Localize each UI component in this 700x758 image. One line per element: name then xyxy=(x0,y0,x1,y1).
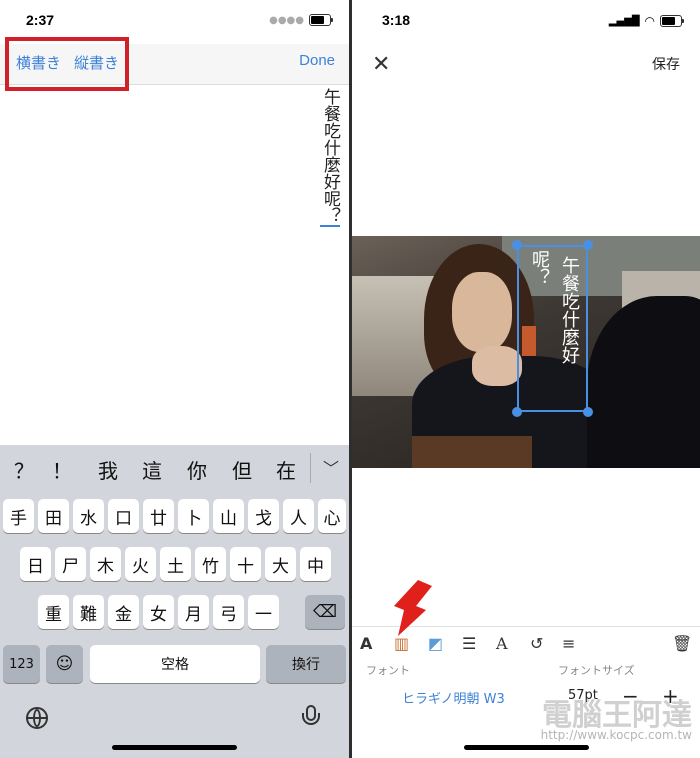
text-outline-icon[interactable]: A xyxy=(496,634,508,653)
overlay-text: 呢？ xyxy=(529,250,550,286)
font-size-label: フォントサイズ xyxy=(558,664,635,677)
red-arrow xyxy=(394,580,432,636)
key[interactable]: 大 xyxy=(265,547,296,581)
return-key[interactable]: 換行 xyxy=(266,645,346,683)
key[interactable]: 山 xyxy=(213,499,244,533)
divider xyxy=(310,453,311,483)
candidate[interactable]: ？ xyxy=(14,455,34,484)
font-name-button[interactable]: ヒラギノ明朝 W3 xyxy=(402,688,505,707)
key[interactable]: 女 xyxy=(143,595,174,629)
key[interactable]: 戈 xyxy=(248,499,279,533)
globe-icon[interactable] xyxy=(26,707,48,729)
keyboard: ？ ！ 我 這 你 但 在 ﹀ 手 田 水 口 廿 卜 山 戈 人 心 日 尸 … xyxy=(0,445,349,758)
backspace-key[interactable]: ⌫ xyxy=(305,595,345,629)
status-time: 3:18 xyxy=(382,12,411,28)
key[interactable]: 土 xyxy=(160,547,191,581)
chevron-down-icon[interactable]: ﹀ xyxy=(323,455,339,479)
highlight-box xyxy=(5,37,129,91)
line-spacing-icon[interactable]: ☰ xyxy=(462,634,476,653)
trash-icon[interactable]: 🗑 xyxy=(672,634,692,653)
key[interactable]: 一 xyxy=(248,595,279,629)
save-button[interactable]: 保存 xyxy=(652,54,680,74)
home-indicator xyxy=(464,745,589,750)
key[interactable]: 口 xyxy=(108,499,139,533)
battery-icon xyxy=(309,14,333,26)
photo-person xyxy=(452,272,512,352)
key[interactable]: 火 xyxy=(125,547,156,581)
text-caret xyxy=(320,225,340,227)
candidate-bar: ？ ！ 我 這 你 但 在 ﹀ xyxy=(0,445,349,491)
key[interactable]: 手 xyxy=(3,499,34,533)
key[interactable]: 中 xyxy=(300,547,331,581)
background-color-icon[interactable]: ◩ xyxy=(428,634,443,653)
key[interactable]: 心 xyxy=(318,499,346,533)
color-palette-icon[interactable]: ▥ xyxy=(394,634,409,653)
space-key[interactable]: 空格 xyxy=(90,645,260,683)
close-icon[interactable]: ✕ xyxy=(372,52,390,77)
wifi-icon: ◠ xyxy=(644,14,655,28)
candidate[interactable]: 但 xyxy=(232,455,252,484)
resize-handle[interactable] xyxy=(512,240,522,250)
key[interactable]: 十 xyxy=(230,547,261,581)
key[interactable]: 日 xyxy=(20,547,51,581)
key[interactable]: 卜 xyxy=(178,499,209,533)
watermark-url: http://www.kocpc.com.tw xyxy=(540,728,692,742)
signal-icon: ●●●● xyxy=(269,14,304,26)
signal-icon: ▂▄▆█ xyxy=(608,15,640,27)
candidate[interactable]: 我 xyxy=(98,455,118,484)
key[interactable]: 難 xyxy=(73,595,104,629)
battery-icon xyxy=(660,15,684,27)
key[interactable]: 弓 xyxy=(213,595,244,629)
photo-foreground xyxy=(587,296,700,468)
key[interactable]: 重 xyxy=(38,595,69,629)
status-icons: ▂▄▆█ ◠ xyxy=(608,14,684,28)
resize-handle[interactable] xyxy=(512,407,522,417)
key[interactable]: 金 xyxy=(108,595,139,629)
key[interactable]: 廿 xyxy=(143,499,174,533)
key[interactable]: 木 xyxy=(90,547,121,581)
candidate[interactable]: ！ xyxy=(52,455,72,484)
key[interactable]: 月 xyxy=(178,595,209,629)
text-editor[interactable]: 午餐吃什麼好呢？ xyxy=(320,88,340,224)
home-indicator xyxy=(112,745,237,750)
font-label: フォント xyxy=(366,664,410,677)
rotate-icon[interactable]: ↺ xyxy=(530,634,543,653)
key[interactable]: 人 xyxy=(283,499,314,533)
status-time: 2:37 xyxy=(26,12,55,28)
candidate[interactable]: 你 xyxy=(187,455,207,484)
photo-desk xyxy=(412,436,532,468)
text-align-icon[interactable]: ≡ xyxy=(562,634,575,653)
key[interactable]: 尸 xyxy=(55,547,86,581)
font-style-icon[interactable]: A xyxy=(360,634,372,653)
key[interactable]: 田 xyxy=(38,499,69,533)
candidate[interactable]: 在 xyxy=(276,455,296,484)
overlay-text: 午餐吃什麼好 xyxy=(559,256,580,364)
emoji-key[interactable]: ☺ xyxy=(46,645,83,683)
resize-handle[interactable] xyxy=(583,407,593,417)
key[interactable]: 水 xyxy=(73,499,104,533)
status-icons: ●●●● xyxy=(269,14,333,26)
resize-handle[interactable] xyxy=(583,240,593,250)
numbers-key[interactable]: 123 xyxy=(3,645,40,683)
key[interactable]: 竹 xyxy=(195,547,226,581)
microphone-stand xyxy=(302,713,320,725)
candidate[interactable]: 這 xyxy=(142,455,162,484)
status-bar: 3:18 ▂▄▆█ ◠ xyxy=(352,0,700,44)
done-button[interactable]: Done xyxy=(299,52,335,69)
left-screen: 2:37 ●●●● 横書き 縦書き Done 午餐吃什麼好呢？ ？ ！ 我 這 … xyxy=(0,0,349,758)
photo-person xyxy=(472,346,522,386)
